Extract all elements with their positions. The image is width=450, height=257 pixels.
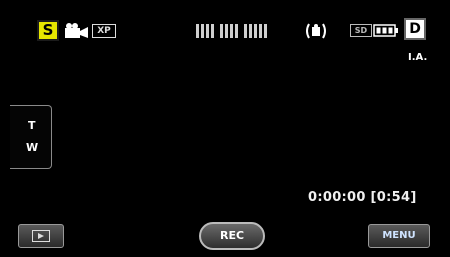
zoom-wide-button[interactable]: W <box>26 141 38 154</box>
camcorder-icon <box>64 22 90 40</box>
sd-card-icon: SD <box>350 24 372 37</box>
remaining-time-bars-icon <box>196 24 267 38</box>
playback-icon <box>32 230 50 242</box>
playback-button[interactable] <box>18 224 64 248</box>
rec-button[interactable]: REC <box>199 222 265 250</box>
battery-icon <box>373 23 399 38</box>
recording-counter: 0:00:00 [0:54] <box>308 190 417 205</box>
zoom-control[interactable]: T W <box>10 105 52 169</box>
zoom-tele-button[interactable]: T <box>28 119 36 132</box>
camcorder-screen: S XP SD D I.A. T W 0:00:00 [0:54] REC ME… <box>0 0 450 257</box>
menu-button[interactable]: MENU <box>368 224 430 248</box>
quality-xp-icon: XP <box>92 24 116 38</box>
dropbox-badge[interactable]: D <box>404 18 426 40</box>
scene-mode-label: I.A. <box>408 52 428 63</box>
shooting-mode-badge[interactable]: S <box>37 20 59 41</box>
image-stabilizer-icon <box>304 21 328 41</box>
